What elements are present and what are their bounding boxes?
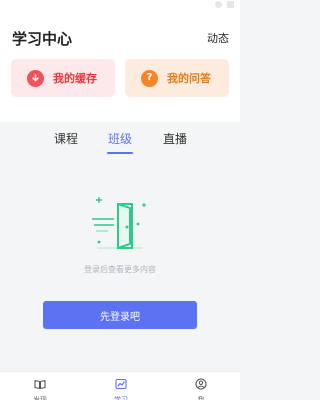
login-button[interactable]: 先登录吧 [43,301,197,329]
battery-icon [227,1,234,8]
tab-class[interactable]: 班级 [108,130,132,147]
nav-label-discover: 发现 [33,396,47,400]
status-icons [215,1,234,8]
question-icon: ? [141,69,158,87]
tab-course[interactable]: 课程 [54,130,78,147]
status-bar [0,0,240,12]
learning-center-screen: 学习中心 动态 我的缓存 ? 我的问答 课程 班级 直播 登录后查看更多内容 先… [0,0,240,400]
my-cache-label: 我的缓存 [53,72,97,85]
download-icon [27,69,44,87]
tab-bar: 课程 班级 直播 [0,122,240,155]
nav-label-study: 学习 [114,396,128,400]
nav-label-me: 我 [197,396,205,400]
bottom-nav: 发现 学习 我 [0,371,240,400]
header-section: 学习中心 动态 我的缓存 ? 我的问答 [0,12,240,122]
question-glyph: ? [146,72,153,83]
my-cache-card[interactable]: 我的缓存 [11,59,115,97]
door-icon [88,190,152,254]
wifi-icon [215,1,222,8]
my-qa-card[interactable]: ? 我的问答 [125,59,229,97]
empty-state-message: 登录后查看更多内容 [84,265,156,274]
nav-item-me[interactable]: 我 [181,375,221,400]
tab-live[interactable]: 直播 [163,130,187,147]
dynamics-link[interactable]: 动态 [207,30,229,46]
page-title: 学习中心 [12,30,73,48]
user-icon [195,375,207,394]
nav-item-discover[interactable]: 发现 [20,375,60,400]
nav-item-study[interactable]: 学习 [101,375,141,400]
active-tab-indicator [107,152,133,154]
book-icon [34,375,46,394]
my-qa-label: 我的问答 [167,72,211,85]
chart-icon [115,375,127,394]
